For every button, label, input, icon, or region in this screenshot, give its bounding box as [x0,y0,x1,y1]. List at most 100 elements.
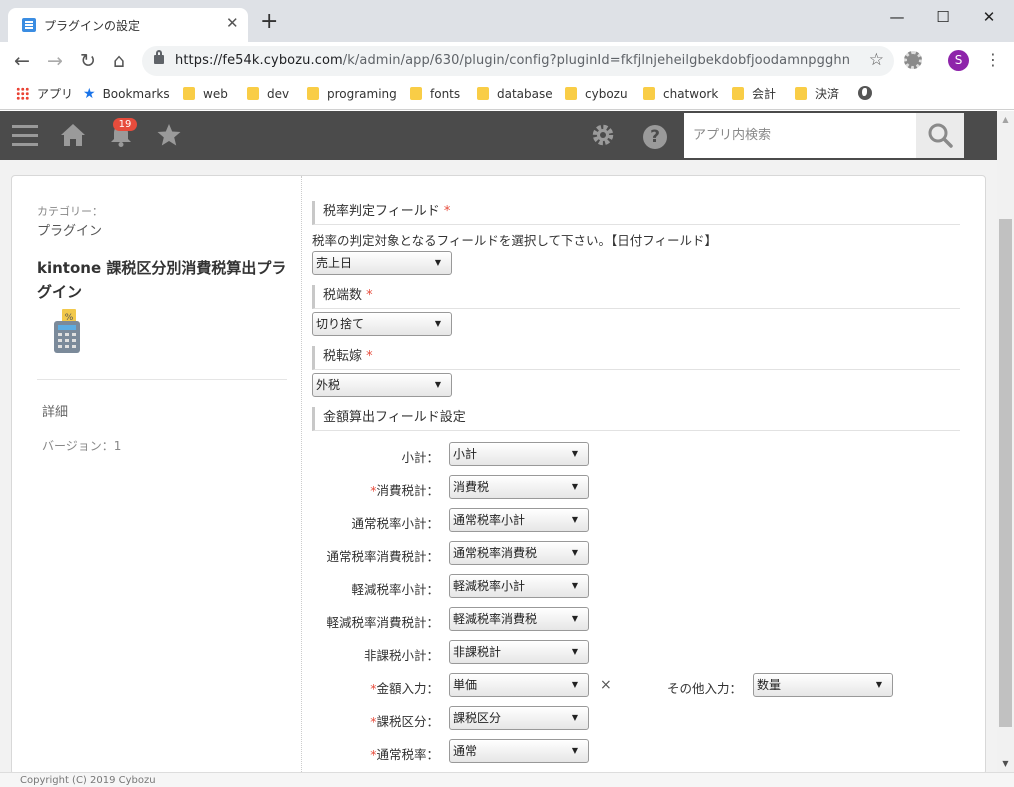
bookmark-globe[interactable] [858,86,872,104]
vertical-scrollbar[interactable]: ▲ ▼ [997,111,1014,772]
home-icon[interactable]: ⌂ [107,49,131,73]
portal-home-icon[interactable] [60,122,86,148]
bookmark-folder-cybozu[interactable]: cybozu [565,86,628,104]
bookmark-label: chatwork [663,87,719,101]
tax-rate-field-select[interactable]: 売上日 [312,251,452,275]
field-label: 小計： [401,450,439,465]
window-maximize-button[interactable]: ☐ [920,4,966,30]
tab-title: プラグインの設定 [44,19,141,33]
section-title: 税転嫁 [323,349,363,364]
subtotal-select[interactable]: 小計 [449,442,589,466]
subtotal-label: 小計： [314,447,439,466]
amount-input-select[interactable]: 単価 [449,673,589,697]
forward-arrow-icon[interactable]: → [43,49,67,73]
section-amount-fields: 金額算出フィールド設定 [312,407,960,431]
detail-link[interactable]: 詳細 [42,401,68,420]
rounding-select[interactable]: 切り捨て [312,312,452,336]
tax-category-select[interactable]: 課税区分 [449,706,589,730]
app-search-input[interactable]: アプリ内検索 [684,113,916,158]
required-mark: * [443,204,451,219]
version-text: バージョン：1 [42,439,122,453]
settings-gear-icon[interactable] [590,122,616,148]
favorites-star-icon[interactable] [156,122,182,148]
browser-titlebar: プラグインの設定 ✕ + — ☐ ✕ [0,0,1014,42]
profile-avatar[interactable]: S [948,50,969,71]
tax-rate-field-description: 税率の判定対象となるフィールドを選択して下さい。【日付フィールド】 [312,233,718,248]
bookmark-folder-database[interactable]: database [477,86,553,104]
section-title: 金額算出フィールド設定 [323,410,466,425]
amount-input-label: *金額入力： [314,678,439,697]
tax-transfer-select[interactable]: 外税 [312,373,452,397]
folder-icon [410,87,422,100]
field-label: 軽減税率消費税計： [326,615,439,630]
window-minimize-button[interactable]: — [874,4,920,30]
browser-toolbar: ← → ↻ ⌂ https://fe54k.cybozu.com/k/admin… [0,42,1014,80]
url-host: https://fe54k.cybozu.com [175,53,343,68]
bookmark-label: dev [267,87,290,101]
sidebar-divider [37,379,287,380]
bookmark-label: 決済 [815,87,840,101]
bookmark-folder-programing[interactable]: programing [307,86,397,104]
bookmark-folder-accounting[interactable]: 会計 [732,86,776,104]
help-icon[interactable]: ? [643,125,667,149]
reduced-rate-subtotal-select[interactable]: 軽減税率小計 [449,574,589,598]
section-tax-transfer: 税転嫁 * [312,346,960,370]
folder-icon [247,87,259,100]
url-path: /k/admin/app/630/plugin/config?pluginId=… [342,53,851,68]
other-input-select[interactable]: 数量 [753,673,893,697]
folder-icon [477,87,489,100]
bookmark-bookmarks[interactable]: ★ Bookmarks [83,86,170,104]
tab-close-icon[interactable]: ✕ [226,14,239,32]
lock-icon [154,50,164,64]
field-label: 消費税計： [376,483,439,498]
bookmark-label: fonts [430,87,461,101]
standard-tax-rate-select[interactable]: 通常 [449,739,589,763]
extension-icon[interactable] [904,51,922,69]
standard-rate-subtotal-label: 通常税率小計： [314,513,439,532]
new-tab-button[interactable]: + [260,11,278,33]
url-text[interactable]: https://fe54k.cybozu.com/k/admin/app/630… [175,53,850,68]
reduced-rate-tax-total-select[interactable]: 軽減税率消費税 [449,607,589,631]
required-mark: * [366,349,373,364]
bookmark-label: 会計 [752,87,777,101]
tax-exempt-subtotal-select[interactable]: 非課税計 [449,640,589,664]
browser-menu-icon[interactable]: ⋮ [985,50,1001,70]
bookmark-label: web [203,87,228,101]
scrollbar-thumb[interactable] [999,219,1012,727]
bookmark-label: database [497,87,553,101]
standard-rate-subtotal-select[interactable]: 通常税率小計 [449,508,589,532]
globe-icon [858,86,872,100]
field-label: 通常税率： [376,747,439,762]
section-title: 税率判定フィールド [323,204,440,219]
bookmark-label: cybozu [585,87,628,101]
standard-rate-tax-total-select[interactable]: 通常税率消費税 [449,541,589,565]
reduced-rate-subtotal-label: 軽減税率小計： [314,579,439,598]
multiply-sign: × [600,677,612,693]
reload-icon[interactable]: ↻ [76,49,100,73]
field-label: 通常税率小計： [351,516,439,531]
bookmark-folder-payment[interactable]: 決済 [795,86,839,104]
browser-tab[interactable]: プラグインの設定 ✕ [8,8,248,42]
bookmark-folder-fonts[interactable]: fonts [410,86,460,104]
bookmark-label: アプリ [37,87,74,101]
reduced-rate-tax-total-label: 軽減税率消費税計： [314,612,439,631]
bookmark-folder-dev[interactable]: dev [247,86,289,104]
window-close-button[interactable]: ✕ [966,4,1012,30]
bookmarks-bar: アプリ ★ Bookmarks web dev programing fonts … [0,80,1014,110]
address-bar[interactable]: https://fe54k.cybozu.com/k/admin/app/630… [142,46,894,76]
bookmark-star-icon[interactable]: ☆ [869,50,884,70]
bookmark-apps[interactable]: アプリ [16,86,73,104]
bookmark-folder-chatwork[interactable]: chatwork [643,86,718,104]
back-arrow-icon[interactable]: ← [10,49,34,73]
scroll-down-arrow-icon[interactable]: ▼ [997,755,1014,772]
consumption-tax-total-select[interactable]: 消費税 [449,475,589,499]
folder-icon [565,87,577,100]
bookmark-label: programing [327,87,397,101]
folder-icon [795,87,807,100]
hamburger-menu-icon[interactable] [12,125,38,147]
bookmark-folder-web[interactable]: web [183,86,228,104]
kintone-favicon-icon [22,18,36,32]
search-button[interactable] [916,113,964,158]
tax-category-label: *課税区分： [314,711,439,730]
scroll-up-arrow-icon[interactable]: ▲ [997,111,1014,128]
